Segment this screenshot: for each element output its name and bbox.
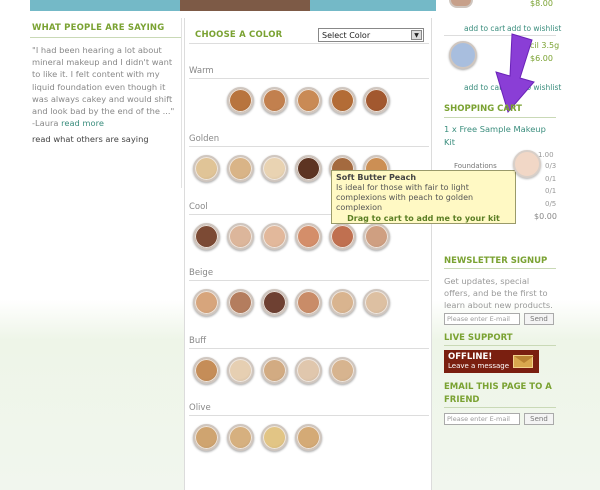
color-swatch[interactable] (363, 289, 390, 316)
swatch-group-label: Warm (189, 66, 214, 76)
swatch-group-label: Buff (189, 336, 207, 346)
dragged-swatch[interactable] (513, 150, 541, 178)
email-friend-heading: EMAIL THIS PAGE TO A FRIEND (444, 382, 552, 405)
color-swatch[interactable] (193, 357, 220, 384)
swatch-tooltip: Soft Butter Peach Is ideal for those wit… (331, 170, 516, 224)
color-swatch[interactable] (261, 87, 288, 114)
tooltip-drag-hint: Drag to cart to add me to your kit (347, 214, 500, 223)
color-swatch[interactable] (227, 289, 254, 316)
newsletter-heading: NEWSLETTER SIGNUP (444, 256, 548, 266)
cart-foundations-label: Foundations (454, 162, 497, 170)
arrow-down-icon (495, 33, 535, 114)
color-swatch[interactable] (193, 223, 220, 250)
newsletter-email-input[interactable]: Please enter E-mail (444, 313, 520, 325)
cart-count-4: 0/1 (545, 187, 557, 195)
cart-count-5: 0/5 (545, 200, 557, 208)
divider (444, 407, 556, 408)
product-thumbnail[interactable] (449, 0, 473, 8)
color-swatch[interactable] (227, 357, 254, 384)
top-banner-image (30, 0, 436, 11)
divider (189, 348, 429, 349)
tooltip-title: Soft Butter Peach (336, 173, 417, 182)
cart-total: $0.00 (534, 212, 557, 221)
cart-item[interactable]: 1 x Free Sample Makeup Kit (444, 123, 554, 149)
divider (189, 415, 429, 416)
divider (444, 117, 556, 118)
swatch-group-label: Cool (189, 202, 208, 212)
color-swatch[interactable] (295, 87, 322, 114)
swatch-group-label: Olive (189, 403, 211, 413)
swatch-group-label: Beige (189, 268, 214, 278)
testimonial-author: -Laura (32, 118, 59, 129)
testimonial-heading: WHAT PEOPLE ARE SAYING (30, 18, 181, 38)
cart-count-1: 1.00 (538, 151, 554, 159)
color-swatch[interactable] (363, 223, 390, 250)
color-swatch[interactable] (329, 223, 356, 250)
divider (189, 78, 429, 79)
divider (444, 345, 556, 346)
newsletter-text: Get updates, special offers, and be the … (444, 276, 553, 310)
live-support-heading: LIVE SUPPORT (444, 333, 513, 343)
color-swatch[interactable] (261, 357, 288, 384)
color-swatch[interactable] (329, 357, 356, 384)
testimonial-quote-text: "I had been hearing a lot about mineral … (32, 45, 175, 117)
product-thumbnail-pencil[interactable] (449, 41, 477, 69)
divider (189, 280, 429, 281)
color-swatch[interactable] (261, 223, 288, 250)
shopping-cart-heading: SHOPPING CART (444, 104, 522, 114)
divider (189, 146, 429, 147)
color-swatch[interactable] (193, 424, 220, 451)
color-swatch[interactable] (261, 424, 288, 451)
friend-send-button[interactable]: Send (524, 413, 554, 425)
tooltip-body: Is ideal for those with fair to light co… (336, 183, 474, 212)
color-swatch[interactable] (227, 223, 254, 250)
color-swatch[interactable] (227, 424, 254, 451)
color-swatch[interactable] (295, 357, 322, 384)
color-select-value: Select Color (322, 31, 371, 40)
friend-email-input[interactable]: Please enter E-mail (444, 413, 520, 425)
cart-count-3: 0/1 (545, 175, 557, 183)
newsletter-send-button[interactable]: Send (524, 313, 554, 325)
color-swatch[interactable] (295, 155, 322, 182)
chevron-down-icon[interactable]: ▼ (411, 30, 422, 40)
color-select-dropdown[interactable]: Select Color ▼ (318, 28, 424, 42)
color-swatch[interactable] (227, 87, 254, 114)
color-swatch[interactable] (193, 155, 220, 182)
choose-color-heading: CHOOSE A COLOR (195, 30, 283, 40)
color-swatch[interactable] (261, 289, 288, 316)
color-swatch[interactable] (295, 424, 322, 451)
color-swatch[interactable] (329, 87, 356, 114)
read-others-link[interactable]: read what others are saying (30, 129, 181, 144)
cart-count-2: 0/3 (545, 162, 557, 170)
color-swatch[interactable] (261, 155, 288, 182)
swatch-group-label: Golden (189, 134, 220, 144)
testimonial-quote: "I had been hearing a lot about mineral … (30, 44, 181, 129)
product-price-top: $8.00 (530, 0, 553, 8)
color-swatch[interactable] (295, 223, 322, 250)
leave-message-button[interactable]: OFFLINE! Leave a message (444, 350, 539, 373)
divider (444, 268, 556, 269)
color-swatch[interactable] (193, 289, 220, 316)
color-swatch[interactable] (295, 289, 322, 316)
envelope-icon (513, 355, 534, 368)
testimonial-panel: WHAT PEOPLE ARE SAYING "I had been heari… (30, 18, 182, 188)
color-swatch[interactable] (227, 155, 254, 182)
read-more-link[interactable]: read more (61, 118, 104, 128)
color-swatch[interactable] (363, 87, 390, 114)
color-swatch[interactable] (329, 289, 356, 316)
divider (189, 43, 429, 44)
